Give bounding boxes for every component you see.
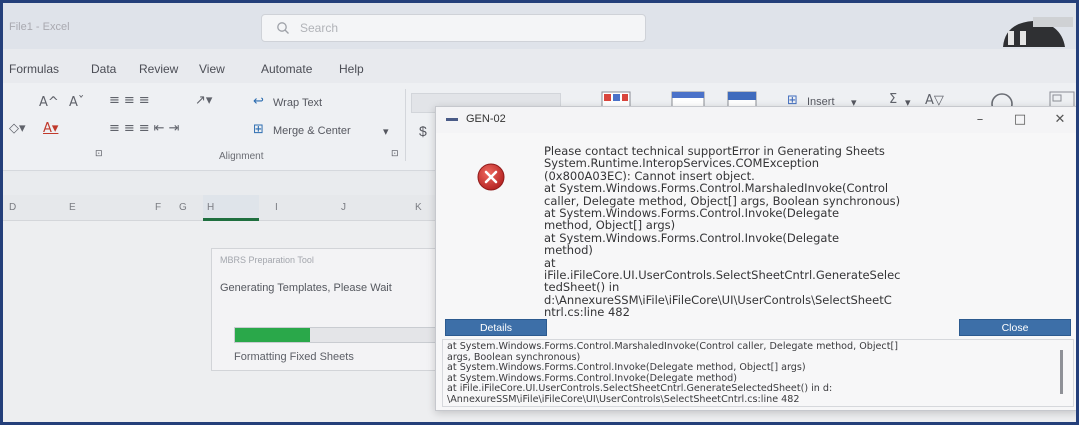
excel-titlebar: File1 - Excel Search	[3, 3, 1076, 49]
currency-button[interactable]: $	[419, 123, 427, 139]
details-scrollbar[interactable]	[1060, 350, 1063, 394]
column-header[interactable]: K	[415, 202, 422, 213]
alignment-dialog-launcher-icon[interactable]: ⊡	[391, 148, 399, 159]
tab-view[interactable]: View	[199, 62, 225, 76]
fill-color-icon[interactable]: ◇▾	[9, 121, 26, 136]
font-grow-button[interactable]: A^	[39, 95, 59, 110]
progress-message: Generating Templates, Please Wait	[220, 282, 392, 294]
alignment-group-label: Alignment	[219, 151, 264, 162]
font-shrink-button[interactable]: Aˇ	[69, 95, 84, 110]
ribbon-tabs: Formulas Data Review View Automate Help	[3, 49, 1076, 83]
progress-dialog-title: MBRS Preparation Tool	[220, 255, 314, 265]
minimize-button[interactable]: –	[960, 110, 1000, 130]
tab-help[interactable]: Help	[339, 62, 364, 76]
tab-formulas[interactable]: Formulas	[9, 62, 59, 76]
font-color-icon[interactable]: A▾	[43, 121, 58, 136]
app-icon	[446, 118, 458, 121]
autosum-button[interactable]: Σ	[889, 92, 897, 107]
error-icon	[477, 163, 505, 191]
column-header[interactable]: H	[207, 202, 214, 213]
details-button[interactable]: Details	[445, 319, 547, 336]
progress-status: Formatting Fixed Sheets	[234, 351, 354, 363]
excel-window-title: File1 - Excel	[9, 21, 70, 33]
window-close-button[interactable]: ✕	[1040, 110, 1076, 130]
maximize-button[interactable]: □	[1000, 110, 1040, 130]
search-placeholder: Search	[300, 21, 339, 35]
font-dialog-launcher-icon[interactable]: ⊡	[95, 148, 103, 159]
column-header[interactable]: J	[341, 202, 346, 213]
column-header[interactable]: I	[275, 202, 278, 213]
search-box[interactable]: Search	[261, 14, 646, 42]
progress-dialog: MBRS Preparation Tool Generating Templat…	[211, 248, 451, 371]
error-message: Please contact technical supportError in…	[544, 144, 901, 320]
tab-review[interactable]: Review	[139, 62, 178, 76]
column-header[interactable]: G	[179, 202, 187, 213]
column-header[interactable]: E	[69, 202, 76, 213]
wrap-text-icon: ↩	[253, 94, 264, 109]
progress-fill	[235, 328, 310, 342]
screen: File1 - Excel Search Formulas Data Revie…	[0, 0, 1079, 425]
wrap-text-button[interactable]: Wrap Text	[273, 97, 322, 109]
error-dialog: GEN-02 – □ ✕ Please contact technical su…	[435, 106, 1076, 411]
tab-data[interactable]: Data	[91, 62, 116, 76]
ribbon-divider	[405, 89, 406, 161]
search-icon	[277, 22, 289, 34]
align-top-icon[interactable]: ≡≡≡	[109, 93, 154, 108]
align-horizontal-icon[interactable]: ≡≡≡⇤⇥	[109, 121, 183, 136]
details-text: at System.Windows.Forms.Control.Marshale…	[447, 341, 898, 405]
error-dialog-titlebar[interactable]: GEN-02 – □ ✕	[436, 107, 1076, 133]
column-header[interactable]: D	[9, 202, 16, 213]
error-dialog-title: GEN-02	[466, 113, 506, 125]
tab-automate[interactable]: Automate	[261, 62, 312, 76]
merge-center-icon: ⊞	[253, 122, 264, 137]
merge-dropdown-icon[interactable]: ▾	[383, 125, 389, 138]
column-header[interactable]: F	[155, 202, 161, 213]
merge-center-button[interactable]: Merge & Center	[273, 125, 351, 137]
progress-bar	[234, 327, 449, 343]
details-textbox[interactable]: at System.Windows.Forms.Control.Marshale…	[442, 339, 1074, 407]
close-button[interactable]: Close	[959, 319, 1071, 336]
orientation-icon[interactable]: ↗▾	[195, 93, 212, 108]
